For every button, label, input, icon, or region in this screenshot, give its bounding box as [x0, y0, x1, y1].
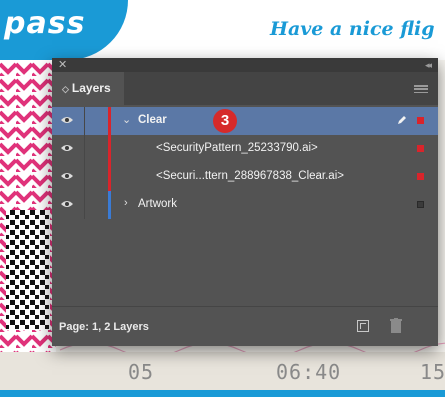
step-badge: 3 [213, 109, 237, 133]
close-icon[interactable]: ✕ [58, 58, 67, 72]
lock-column[interactable] [84, 191, 85, 219]
document-number: 06:40 [276, 360, 342, 384]
page-status: Page: 1, 2 Layers [59, 321, 149, 333]
document-number: 05 [128, 360, 155, 384]
layer-row-clear[interactable]: ⌄ Clear 3 [52, 107, 438, 135]
document-number: 15 [420, 360, 445, 384]
tab-layers[interactable]: ◇ Layers [52, 72, 124, 105]
eye-icon[interactable] [60, 199, 74, 209]
layer-swatch[interactable] [417, 117, 424, 124]
layer-swatch[interactable] [417, 173, 424, 180]
lock-column[interactable] [84, 163, 85, 191]
pink-pattern [0, 60, 56, 397]
layers-panel: ✕ ◂◂ ◇ Layers ⌄ Clear 3 <SecurityPattern… [52, 58, 438, 346]
layer-row-artwork[interactable]: › Artwork [52, 191, 438, 219]
eye-icon[interactable] [60, 143, 74, 153]
trash-icon[interactable] [389, 318, 403, 334]
pencil-icon [398, 116, 406, 124]
chevron-down-icon[interactable]: ⌄ [122, 113, 131, 126]
eye-icon[interactable] [60, 115, 74, 125]
security-pattern [0, 60, 56, 397]
layer-label: <SecurityPattern_25233790.ai> [156, 142, 318, 154]
layer-color-bar [108, 163, 111, 191]
document-title-right: Have a nice flig [270, 18, 435, 40]
new-layer-icon[interactable] [357, 320, 369, 332]
tab-arrows-icon: ◇ [62, 84, 69, 94]
layer-color-bar [108, 107, 111, 135]
panel-tab-bar: ◇ Layers [52, 72, 438, 105]
layer-label: <Securi...ttern_288967838_Clear.ai> [156, 170, 344, 182]
document-bottom-stripe [0, 390, 445, 397]
tab-layers-label: ◇ Layers [62, 81, 111, 95]
layer-swatch[interactable] [417, 201, 424, 208]
lock-column[interactable] [84, 107, 85, 135]
document-header: pass Have a nice flig [0, 0, 445, 60]
panel-title-bar[interactable]: ✕ ◂◂ [52, 58, 438, 72]
document-title-left: pass [4, 6, 86, 41]
layer-label: Clear [138, 114, 167, 126]
layer-swatch[interactable] [417, 145, 424, 152]
eye-icon[interactable] [60, 171, 74, 181]
layer-label: Artwork [138, 198, 177, 210]
layer-row-security-pattern-clear[interactable]: <Securi...ttern_288967838_Clear.ai> [52, 163, 438, 191]
layer-row-security-pattern[interactable]: <SecurityPattern_25233790.ai> [52, 135, 438, 163]
lock-column[interactable] [84, 135, 85, 163]
chevron-right-icon[interactable]: › [124, 197, 128, 209]
layer-color-bar [108, 191, 111, 219]
panel-footer: Page: 1, 2 Layers [52, 306, 438, 346]
collapse-icon[interactable]: ◂◂ [425, 58, 432, 72]
layer-color-bar [108, 135, 111, 163]
panel-menu-icon[interactable] [414, 85, 428, 94]
